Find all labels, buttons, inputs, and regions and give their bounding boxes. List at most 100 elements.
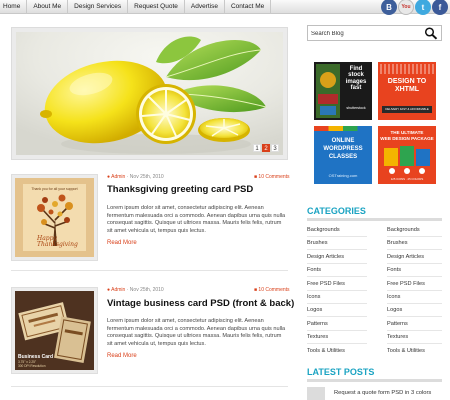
slider-page-1[interactable]: 1 <box>253 144 261 152</box>
post-thumbnail[interactable]: Thank you for all your support Happy Tha… <box>11 174 98 261</box>
category-link[interactable]: Design Articles <box>307 254 344 260</box>
post-thumbnail[interactable]: Business Card 3.75" x 2.25" 300 DPI Reso… <box>11 287 98 374</box>
youtube-icon[interactable]: You <box>398 0 414 15</box>
ad-line: WEB DESIGN PACKAGE <box>380 135 434 141</box>
post-title[interactable]: Vintage business card PSD (front & back) <box>107 298 294 309</box>
ad-line: WORDPRESS <box>323 146 363 152</box>
ad-line: ONLINE <box>331 138 355 144</box>
category-rule <box>387 249 442 250</box>
post-author[interactable]: Admin <box>111 174 125 180</box>
slider-page-2[interactable]: 2 <box>262 144 270 152</box>
post-comments-link[interactable]: ■ 10 Comments <box>254 287 290 293</box>
user-icon: ● <box>107 174 111 180</box>
slider-pager: 1 2 3 <box>253 144 279 152</box>
nav-design-services[interactable]: Design Services <box>68 0 129 14</box>
ad-text: THE ULTIMATE WEB DESIGN PACKAGE <box>378 130 436 141</box>
ad-design-to-xhtml[interactable]: DESIGN TO XHTML DELIVERY FAST & AFFORDAB… <box>378 62 436 120</box>
category-rule <box>307 303 367 304</box>
category-rule <box>307 263 367 264</box>
lemon-illustration <box>16 32 283 155</box>
latest-post-link[interactable]: Request a quote form PSD in 3 colors <box>334 390 431 396</box>
category-rule <box>307 276 367 277</box>
search-input[interactable] <box>311 28 421 39</box>
search-box <box>307 25 442 41</box>
ad-text: DESIGN TO XHTML <box>378 78 436 94</box>
user-icon: ● <box>107 287 111 293</box>
blogger-icon[interactable]: B <box>381 0 397 15</box>
ad-text: Find stock images fast <box>341 66 371 92</box>
category-rule <box>307 236 367 237</box>
category-link[interactable]: Fonts <box>387 267 401 273</box>
category-link[interactable]: Backgrounds <box>307 227 340 233</box>
category-link[interactable]: Patterns <box>387 321 408 327</box>
category-link[interactable]: Logos <box>387 307 402 313</box>
read-more-link[interactable]: Read More <box>107 353 137 359</box>
ad-line: XHTML <box>394 86 420 93</box>
post-excerpt: Lorem ipsum dolor sit amet, consectetur … <box>107 205 286 235</box>
comments-count: 10 Comments <box>258 174 290 180</box>
ad-text: ONLINE WORDPRESS CLASSES <box>314 137 372 161</box>
category-rule <box>387 276 442 277</box>
post-meta: ● Admin · Nov 25th, 2010 ■ 10 Comments <box>107 174 290 180</box>
post-meta: ● Admin · Nov 25th, 2010 ■ 10 Comments <box>107 287 290 293</box>
post-date: Nov 25th, 2010 <box>129 174 164 180</box>
ad-web-design-package[interactable]: THE ULTIMATE WEB DESIGN PACKAGE 125 ICON… <box>378 126 436 184</box>
category-link[interactable]: Fonts <box>307 267 321 273</box>
ad-line: fast <box>350 85 362 92</box>
nav-contact-me[interactable]: Contact Me <box>225 0 272 14</box>
business-card-image: Business Card 3.75" x 2.25" 300 DPI Reso… <box>15 291 94 370</box>
category-link[interactable]: Patterns <box>307 321 328 327</box>
category-link[interactable]: Design Articles <box>387 254 424 260</box>
comment-icon: ■ <box>254 287 258 293</box>
ad-shutterstock[interactable]: Find stock images fast shutterstock <box>314 62 372 120</box>
ad-ostraining[interactable]: ONLINE WORDPRESS CLASSES OSTraining.com <box>314 126 372 184</box>
ad-line: DESIGN TO <box>387 78 427 85</box>
facebook-icon[interactable]: f <box>432 0 448 15</box>
category-rule <box>387 316 442 317</box>
category-link[interactable]: Free PSD Files <box>387 281 425 287</box>
nav-home[interactable]: Home <box>0 0 28 14</box>
category-link[interactable]: Brushes <box>387 240 408 246</box>
categories-heading-rule <box>307 218 442 221</box>
category-rule <box>307 343 367 344</box>
category-link[interactable]: Textures <box>307 334 328 340</box>
card-sub-caption: 3.75" x 2.25" 300 DPI Resolution <box>18 360 46 368</box>
comments-count: 10 Comments <box>258 287 290 293</box>
nav-request-quote[interactable]: Request Quote <box>128 0 185 14</box>
category-link[interactable]: Icons <box>307 294 320 300</box>
post-author[interactable]: Admin <box>111 287 125 293</box>
category-link[interactable]: Backgrounds <box>387 227 420 233</box>
social-links: B You t f <box>381 0 448 15</box>
featured-slider: 1 2 3 <box>11 27 288 160</box>
category-link[interactable]: Free PSD Files <box>307 281 345 287</box>
ad-brand: OSTraining.com <box>328 173 358 178</box>
latest-post-thumbnail[interactable] <box>307 387 325 400</box>
post-divider <box>11 386 288 387</box>
card-script-text: Happy Thanksgiving <box>37 235 78 248</box>
thanksgiving-card-image: Thank you for all your support Happy Tha… <box>15 178 94 257</box>
category-link[interactable]: Icons <box>387 294 400 300</box>
category-rule <box>387 263 442 264</box>
ad-brand: DELIVERY FAST & AFFORDABLE <box>382 106 432 113</box>
category-rule <box>307 249 367 250</box>
category-link[interactable]: Textures <box>387 334 408 340</box>
category-rule <box>387 343 442 344</box>
category-link[interactable]: Tools & Utilities <box>387 348 425 354</box>
twitter-icon[interactable]: t <box>415 0 431 15</box>
category-rule <box>307 330 367 331</box>
post-comments-link[interactable]: ■ 10 Comments <box>254 174 290 180</box>
nav-advertise[interactable]: Advertise <box>185 0 225 14</box>
read-more-link[interactable]: Read More <box>107 240 137 246</box>
categories-heading: CATEGORIES <box>307 206 366 216</box>
slider-image[interactable] <box>16 32 283 155</box>
search-icon[interactable] <box>424 27 438 40</box>
category-link[interactable]: Tools & Utilities <box>307 348 345 354</box>
category-link[interactable]: Brushes <box>307 240 328 246</box>
post-title[interactable]: Thanksgiving greeting card PSD <box>107 184 253 195</box>
category-rule <box>387 290 442 291</box>
post-date: Nov 25th, 2010 <box>129 287 164 293</box>
slider-page-3[interactable]: 3 <box>271 144 279 152</box>
nav-about-me[interactable]: About Me <box>27 0 69 14</box>
post-divider <box>11 270 288 271</box>
category-link[interactable]: Logos <box>307 307 322 313</box>
